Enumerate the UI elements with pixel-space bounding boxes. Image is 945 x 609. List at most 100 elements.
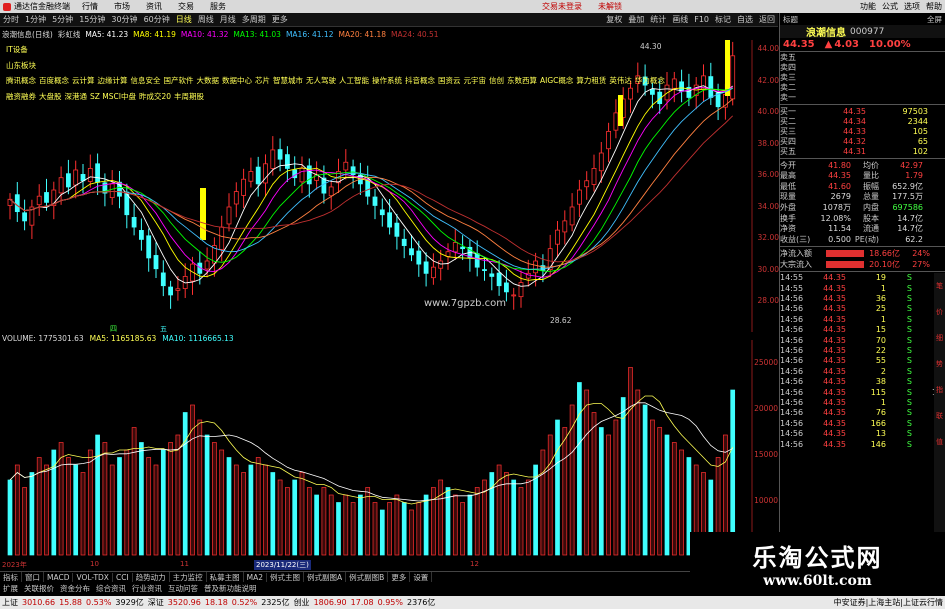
indicator-tab[interactable]: MA2 (244, 572, 268, 582)
concept-tag[interactable]: 元宇宙 (464, 76, 487, 85)
concept-tag[interactable]: 深港通 (65, 92, 88, 101)
candle (109, 170, 115, 205)
period-1min[interactable]: 1分钟 (22, 14, 49, 25)
tool-fanhui[interactable]: 返回 (756, 14, 778, 25)
concept-tag[interactable]: 人工智能 (339, 76, 369, 85)
side-tab[interactable]: 指 (934, 377, 945, 403)
indicator-tab[interactable]: 私募主图 (207, 571, 244, 583)
indicator-tab[interactable]: MACD (44, 572, 74, 582)
concept-tag[interactable]: 融资融券 (6, 92, 36, 101)
info-tab[interactable]: 综合资讯 (93, 583, 129, 594)
concept-tag[interactable]: 智慧城市 (273, 76, 303, 85)
menu-zixun[interactable]: 资讯 (138, 1, 170, 12)
indicator-tab[interactable]: CCI (113, 572, 133, 582)
tool-tongji[interactable]: 统计 (647, 14, 669, 25)
concept-tag[interactable]: 东数西算 (507, 76, 537, 85)
unlock-alert[interactable]: 未解锁 (590, 1, 630, 12)
concept-tag[interactable]: 抖音概念 (405, 76, 435, 85)
title-button[interactable]: 标题 (783, 14, 798, 25)
menu-gongshi[interactable]: 公式 (879, 1, 901, 12)
indicator-tab[interactable]: 设置 (410, 571, 433, 583)
period-week[interactable]: 周线 (195, 14, 217, 25)
menu-hangqing[interactable]: 行情 (74, 1, 106, 12)
indicator-tab[interactable]: 例式副图A (304, 571, 347, 583)
indicator-tab[interactable]: 指标 (0, 571, 22, 583)
concept-tag[interactable]: SZ MSCI中盘 (90, 92, 136, 101)
info-tab[interactable]: 关联报价 (21, 583, 57, 594)
indicator-tab[interactable]: VOL-TDX (73, 572, 113, 582)
concept-tag[interactable]: 边缘计算 (98, 76, 128, 85)
index-label[interactable]: 上证 (0, 597, 20, 608)
index-label[interactable]: 深证 (146, 597, 166, 608)
side-tab[interactable]: 细 (934, 325, 945, 351)
tool-zixuan[interactable]: 自选 (734, 14, 756, 25)
concept-tag[interactable]: 英伟达 (609, 76, 632, 85)
tool-huaxian[interactable]: 画线 (669, 14, 691, 25)
indicator-tab[interactable]: 趋势动力 (133, 571, 170, 583)
info-tab[interactable]: 普及新功能说明 (201, 583, 260, 594)
period-60min[interactable]: 60分钟 (141, 14, 173, 25)
concept-tag[interactable]: 大盘股 (39, 92, 62, 101)
concept-tag[interactable]: 数据中心 (222, 76, 252, 85)
info-tab[interactable]: 行业资讯 (129, 583, 165, 594)
menu-jiaoyi[interactable]: 交易 (170, 1, 202, 12)
volume-bar (598, 427, 604, 556)
fullscreen-button[interactable]: 全屏 (927, 14, 942, 25)
period-month[interactable]: 月线 (217, 14, 239, 25)
concept-tag[interactable]: 国产软件 (164, 76, 194, 85)
menu-xuanxiang[interactable]: 选项 (901, 1, 923, 12)
info-tab[interactable]: 资金分布 (57, 583, 93, 594)
volume-chart[interactable] (0, 340, 778, 560)
side-tab[interactable]: 笔 (934, 273, 945, 299)
side-tab[interactable]: 值 (934, 429, 945, 455)
menu-gongneng[interactable]: 功能 (857, 1, 879, 12)
info-tab[interactable]: 互动问答 (165, 583, 201, 594)
tool-fuquan[interactable]: 复权 (603, 14, 625, 25)
menu-shichang[interactable]: 市场 (106, 1, 138, 12)
tool-biaoji[interactable]: 标记 (712, 14, 734, 25)
period-multi[interactable]: 多周期 (239, 14, 269, 25)
concept-tag[interactable]: 算力租赁 (576, 76, 606, 85)
concept-tag[interactable]: 昨成交20 (139, 92, 171, 101)
period-5min[interactable]: 5分钟 (49, 14, 76, 25)
indicator-tab[interactable]: 例式主图 (267, 571, 305, 583)
concept-tag[interactable]: 百度概念 (39, 76, 69, 85)
side-tab[interactable]: 价 (934, 299, 945, 325)
indicator-name[interactable]: 彩虹线 (58, 29, 81, 40)
indicator-tab[interactable]: 主力监控 (170, 571, 207, 583)
indicator-tab[interactable]: 更多 (388, 571, 411, 583)
concept-tag[interactable]: 操作系统 (372, 76, 402, 85)
menu-bangzhu[interactable]: 帮助 (923, 1, 945, 12)
trade-login-alert[interactable]: 交易未登录 (534, 1, 590, 12)
concept-tag[interactable]: 腾讯概念 (6, 76, 36, 85)
concept-tag[interactable]: 云计算 (72, 76, 95, 85)
concept-tag[interactable]: 无人驾驶 (306, 76, 336, 85)
period-more[interactable]: 更多 (269, 14, 291, 25)
info-tab[interactable]: 扩展 (0, 583, 21, 594)
concept-tag[interactable]: 华为概念 (635, 76, 665, 85)
period-30min[interactable]: 30分钟 (108, 14, 140, 25)
tool-diejia[interactable]: 叠加 (625, 14, 647, 25)
concept-tag[interactable]: 信息安全 (131, 76, 161, 85)
concept-tag[interactable]: AIGC概念 (540, 76, 573, 85)
concept-tag[interactable]: 山东板块 (6, 61, 36, 70)
concept-tag[interactable]: 丰周期股 (174, 92, 204, 101)
period-15min[interactable]: 15分钟 (76, 14, 108, 25)
concept-tag[interactable]: 大数据 (197, 76, 220, 85)
indicator-tab[interactable]: 例式副图B (346, 571, 389, 583)
tick-list[interactable]: 14:55 44.35 19 S 1 14:55 44.35 1 S 1 14:56 44.35 36 S… (780, 273, 945, 450)
concept-tag[interactable]: 国资云 (438, 76, 461, 85)
indicator-tab[interactable]: 窗口 (22, 571, 44, 583)
index-label[interactable]: 创业 (292, 597, 312, 608)
menu-fuwu[interactable]: 服务 (202, 1, 234, 12)
tick-time: 14:56 (780, 325, 804, 335)
bid-volume: 2344 (907, 116, 928, 126)
concept-tag[interactable]: 信创 (489, 76, 504, 85)
side-tab[interactable]: 势 (934, 351, 945, 377)
tool-f10[interactable]: F10 (691, 15, 712, 24)
concept-tag[interactable]: IT设备 (6, 45, 28, 54)
side-tab[interactable]: 联 (934, 403, 945, 429)
concept-tag[interactable]: 芯片 (255, 76, 270, 85)
period-fenshi[interactable]: 分时 (0, 14, 22, 25)
period-day[interactable]: 日线 (173, 14, 195, 25)
